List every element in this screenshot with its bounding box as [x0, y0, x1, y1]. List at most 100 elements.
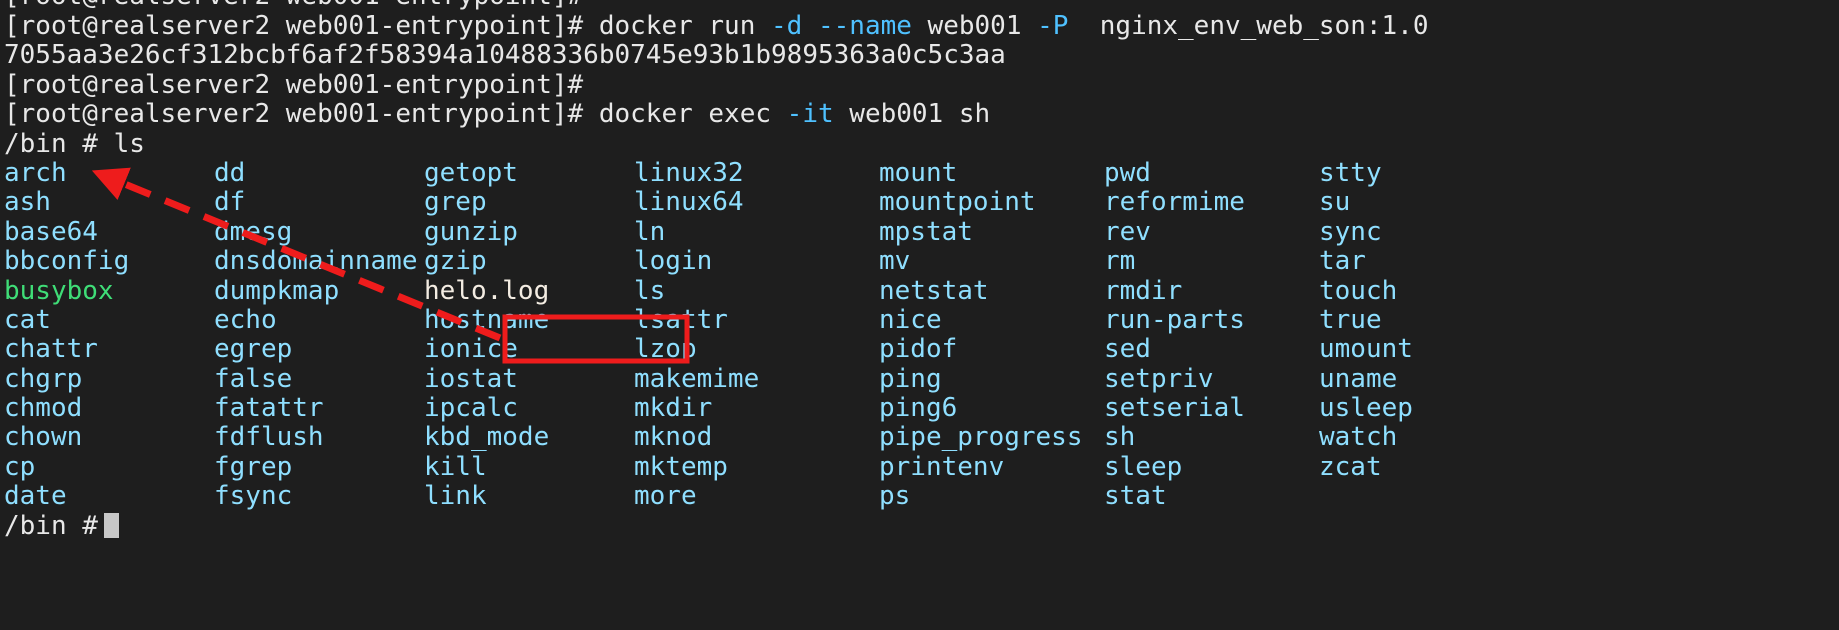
- prompt-docker-run: [root@realserver2 web001-entrypoint]# do…: [4, 11, 772, 41]
- ls-row: bbconfig dnsdomainname gzip login mv rm tar: [4, 246, 1839, 277]
- ls-entry: bbconfig: [4, 246, 130, 277]
- ls-entry: ping6: [879, 393, 958, 424]
- ls-entry: mpstat: [879, 216, 973, 247]
- ls-entry: setpriv: [1104, 363, 1214, 394]
- ls-row: cat echo hostname lsattr nice run-parts true: [4, 304, 1839, 335]
- partial-prompt-text: [root@realserver2 web001-entrypoint]#: [4, 0, 583, 11]
- ls-entry: reformime: [1104, 187, 1245, 218]
- ls-entry: mv: [879, 246, 911, 277]
- ls-entry: false: [214, 363, 293, 394]
- ls-entry: fgrep: [214, 451, 293, 482]
- ls-entry: chgrp: [4, 363, 83, 394]
- ls-entry: helo.log: [424, 275, 550, 306]
- ls-row: date fsync link more ps stat: [4, 481, 1839, 512]
- ls-row: chattr egrep ionice lzop pidof sed umount: [4, 334, 1839, 365]
- ls-entry: base64: [4, 216, 98, 247]
- ls-entry: hostname: [424, 304, 550, 335]
- ls-entry: mount: [879, 157, 958, 188]
- ls-entry: ln: [634, 216, 666, 247]
- terminal-line-docker-run: [root@realserver2 web001-entrypoint]# do…: [0, 11, 1839, 41]
- ls-entry: more: [634, 481, 697, 512]
- space-1: [802, 11, 818, 41]
- ls-entry: su: [1319, 187, 1351, 218]
- ls-entry: run-parts: [1104, 304, 1245, 335]
- ls-entry: linux64: [634, 187, 744, 218]
- ls-row: ash df grep linux64 mountpoint reformime su: [4, 187, 1839, 218]
- ls-entry: sleep: [1104, 451, 1183, 482]
- prompt-bin: /bin #: [4, 128, 114, 159]
- ls-entry: fdflush: [214, 422, 324, 453]
- container-id-text: 7055aa3e26cf312bcbf6af2f58394a10488336b0…: [4, 40, 1006, 71]
- ls-entry: mountpoint: [879, 187, 1036, 218]
- terminal-line-ls-command: /bin # ls: [0, 128, 1839, 159]
- ls-entry: gunzip: [424, 216, 518, 247]
- ls-entry: kbd_mode: [424, 422, 550, 453]
- ls-entry: mknod: [634, 422, 713, 453]
- ls-row: busybox dumpkmap helo.log ls netstat rmdir tou…: [4, 275, 1839, 306]
- ls-entry: chown: [4, 422, 83, 453]
- ls-entry: fatattr: [214, 393, 324, 424]
- ls-entry: stty: [1319, 157, 1382, 188]
- ls-entry: ls: [634, 275, 666, 306]
- ls-entry: nice: [879, 304, 942, 335]
- container-name-arg: web001: [911, 11, 1038, 41]
- ls-row: base64 dmesg gunzip ln mpstat rev sync: [4, 216, 1839, 247]
- prompt-empty: [root@realserver2 web001-entrypoint]#: [4, 69, 584, 100]
- ls-row: cp fgrep kill mktemp printenv sleep zcat: [4, 451, 1839, 482]
- ls-entry: dnsdomainname: [214, 246, 418, 277]
- ls-entry: df: [214, 187, 246, 218]
- ls-entry: egrep: [214, 334, 293, 365]
- ls-entry: usleep: [1319, 393, 1413, 424]
- ls-entry: login: [634, 246, 713, 277]
- ls-entry: chattr: [4, 334, 98, 365]
- ls-entry: mktemp: [634, 451, 728, 482]
- terminal-line-partial-top: [root@realserver2 web001-entrypoint]#: [0, 0, 1839, 12]
- flag-d: -d: [771, 11, 803, 41]
- terminal-window[interactable]: [root@realserver2 web001-entrypoint]# [r…: [0, 0, 1839, 630]
- ls-entry: chmod: [4, 393, 83, 424]
- ls-entry: printenv: [879, 451, 1005, 482]
- flag-name: --name: [817, 11, 912, 41]
- prompt-docker-exec: [root@realserver2 web001-entrypoint]# do…: [4, 99, 787, 130]
- ls-entry: rev: [1104, 216, 1151, 247]
- ls-entry: dmesg: [214, 216, 293, 247]
- terminal-line-docker-exec: [root@realserver2 web001-entrypoint]# do…: [0, 99, 1839, 130]
- ls-entry: tar: [1319, 246, 1366, 277]
- ls-entry: dumpkmap: [214, 275, 340, 306]
- ls-entry: umount: [1319, 334, 1413, 365]
- ls-entry: ipcalc: [424, 393, 518, 424]
- exec-args: web001 sh: [833, 99, 991, 130]
- ls-entry: ps: [879, 481, 911, 512]
- ls-entry: stat: [1104, 481, 1167, 512]
- ls-entry: setserial: [1104, 393, 1245, 424]
- terminal-line-final-prompt[interactable]: /bin #: [0, 511, 1839, 541]
- ls-entry: pidof: [879, 334, 958, 365]
- ls-row: chgrp false iostat makemime ping setpriv uname: [4, 363, 1839, 394]
- ls-row: chown fdflush kbd_mode mknod pipe_progress sh…: [4, 422, 1839, 453]
- ls-entry: mkdir: [634, 393, 713, 424]
- ls-entry: pipe_progress: [879, 422, 1083, 453]
- ls-row: arch dd getopt linux32 mount pwd stty: [4, 157, 1839, 188]
- ls-entry: ash: [4, 187, 51, 218]
- ls-entry: ionice: [424, 334, 518, 365]
- ls-entry: uname: [1319, 363, 1398, 394]
- ls-command-text: ls: [113, 128, 145, 159]
- ls-entry: iostat: [424, 363, 518, 394]
- ls-entry: ping: [879, 363, 942, 394]
- ls-output-grid: arch dd getopt linux32 mount pwd stty ash df grep…: [0, 157, 1839, 512]
- ls-entry: dd: [214, 157, 246, 188]
- ls-entry: date: [4, 481, 67, 512]
- ls-entry: sed: [1104, 334, 1151, 365]
- ls-entry: lsattr: [634, 304, 728, 335]
- ls-entry: true: [1319, 304, 1382, 335]
- ls-entry: touch: [1319, 275, 1398, 306]
- ls-entry: rm: [1104, 246, 1136, 277]
- terminal-cursor: [103, 512, 119, 538]
- ls-entry: gzip: [424, 246, 487, 277]
- image-name-arg: nginx_env_web_son:1.0: [1068, 11, 1429, 41]
- terminal-line-container-id: 7055aa3e26cf312bcbf6af2f58394a10488336b0…: [0, 41, 1839, 70]
- ls-entry: busybox: [4, 275, 114, 306]
- ls-row: chmod fatattr ipcalc mkdir ping6 setserial usl…: [4, 393, 1839, 424]
- ls-entry: kill: [424, 451, 487, 482]
- ls-entry: lzop: [634, 334, 697, 365]
